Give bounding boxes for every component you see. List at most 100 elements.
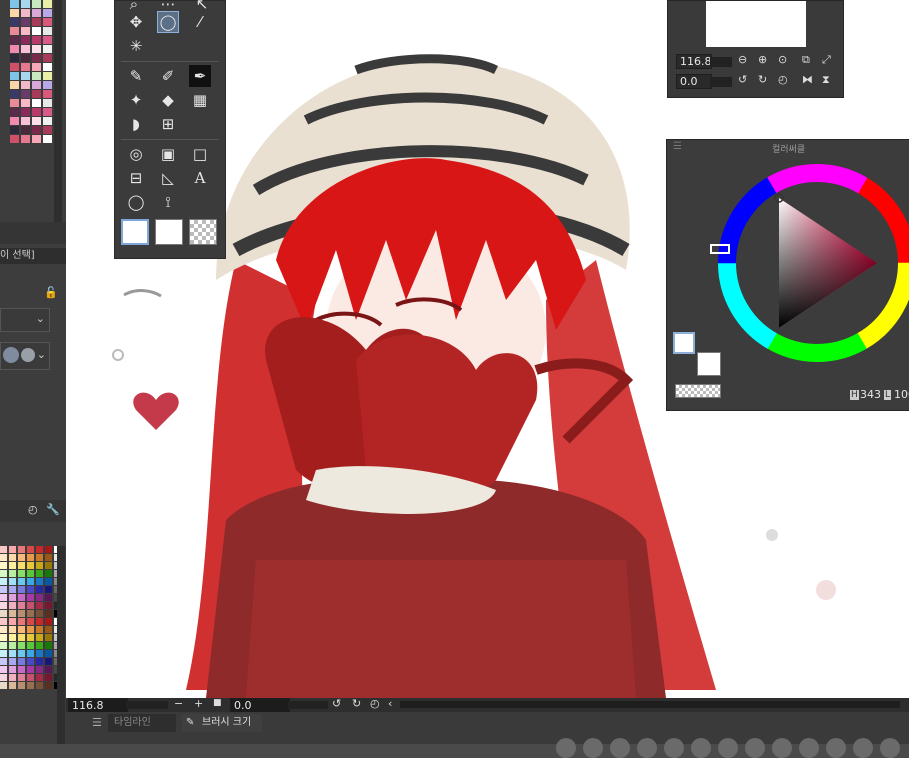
brush-size-preset[interactable] [799,738,819,758]
color-swatch[interactable] [45,658,52,665]
bottom-rotate-slider[interactable] [288,701,328,709]
color-swatch[interactable] [0,602,7,609]
color-swatch[interactable] [18,658,25,665]
zoom-out-icon[interactable]: ⊖ [738,53,747,66]
color-swatch[interactable] [9,682,16,689]
color-swatch[interactable] [9,546,16,553]
brush-size-preset[interactable] [664,738,684,758]
color-swatch[interactable] [36,634,43,641]
actual-size-icon[interactable]: ⊙ [778,53,787,66]
color-swatch[interactable] [32,90,41,98]
color-swatch[interactable] [9,602,16,609]
color-swatch[interactable] [27,666,34,673]
color-swatch[interactable] [10,54,19,62]
ruler-icon[interactable]: ◺ [157,167,179,189]
color-swatch[interactable] [32,135,41,143]
color-swatch[interactable] [27,594,34,601]
pen-icon[interactable]: ✎ [125,65,147,87]
brush-size-preset[interactable] [583,738,603,758]
color-swatch[interactable] [9,618,16,625]
color-swatch[interactable] [36,562,43,569]
color-swatch[interactable] [32,9,41,17]
rotate-slider[interactable] [710,77,732,87]
gradient-icon[interactable]: ▣ [157,143,179,165]
color-swatch[interactable] [10,0,19,8]
spray-icon[interactable]: ▦ [189,89,211,111]
color-swatch[interactable] [0,562,7,569]
color-swatch[interactable] [0,666,7,673]
color-swatch[interactable] [21,45,30,53]
color-swatch[interactable] [10,18,19,26]
color-swatch[interactable] [36,602,43,609]
color-swatch[interactable] [21,18,30,26]
color-swatch[interactable] [45,546,52,553]
color-swatch[interactable] [0,642,7,649]
pencil-icon[interactable]: ✐ [157,65,179,87]
color-swatch[interactable] [43,36,52,44]
main-color-swatch[interactable] [121,219,149,245]
navigator-preview[interactable] [706,1,806,47]
color-swatch[interactable] [27,546,34,553]
color-swatch[interactable] [10,108,19,116]
color-swatch[interactable] [18,562,25,569]
color-swatch[interactable] [32,18,41,26]
color-swatch[interactable] [9,674,16,681]
color-swatch[interactable] [9,650,16,657]
color-swatch[interactable] [10,90,19,98]
hue-ring[interactable] [707,158,909,368]
color-swatch[interactable] [45,626,52,633]
color-swatch[interactable] [18,610,25,617]
shape-icon[interactable]: ◎ [125,143,147,165]
color-swatch[interactable] [32,54,41,62]
main-color-swatch[interactable] [673,332,695,354]
color-swatch[interactable] [32,126,41,134]
color-swatch[interactable] [45,666,52,673]
brush-size-preset[interactable] [718,738,738,758]
color-swatch[interactable] [9,610,16,617]
eyedropper-icon[interactable]: ⁄ [189,11,211,33]
move-icon[interactable]: ✥ [125,11,147,33]
color-swatch[interactable] [0,634,7,641]
color-swatch[interactable] [27,610,34,617]
eraser-icon[interactable]: ◆ [157,89,179,111]
color-swatch[interactable] [18,650,25,657]
color-swatch[interactable] [18,586,25,593]
color-swatch[interactable] [27,562,34,569]
sub-color-swatch[interactable] [155,219,183,245]
bottom-zoom-slider[interactable] [126,701,168,709]
color-swatch[interactable] [0,682,7,689]
color-swatch[interactable] [18,618,25,625]
color-swatch[interactable] [18,570,25,577]
color-swatch[interactable] [18,634,25,641]
color-swatch[interactable] [10,9,19,17]
color-swatch[interactable] [18,578,25,585]
color-swatch[interactable] [10,45,19,53]
color-swatch[interactable] [45,570,52,577]
brush-size-preset[interactable] [826,738,846,758]
flip-horizontal-icon[interactable]: ⧓ [802,73,813,86]
color-swatch[interactable] [27,658,34,665]
color-swatch[interactable] [32,27,41,35]
color-swatch[interactable] [45,682,52,689]
brush-size-preset[interactable] [637,738,657,758]
color-swatch[interactable] [27,554,34,561]
color-swatch[interactable] [21,135,30,143]
color-swatch[interactable] [45,674,52,681]
color-swatch[interactable] [0,658,7,665]
color-swatch[interactable] [9,594,16,601]
color-swatch[interactable] [43,126,52,134]
sparkle-icon[interactable]: ✦ [125,89,147,111]
color-swatch[interactable] [27,602,34,609]
zoom-value[interactable]: 116.8 [676,54,712,69]
colorset-scrollbar[interactable] [57,546,65,744]
color-swatch[interactable] [21,54,30,62]
color-swatch[interactable] [18,594,25,601]
color-swatch[interactable] [21,126,30,134]
color-swatch[interactable] [36,642,43,649]
brush-size-preset[interactable] [556,738,576,758]
color-swatch[interactable] [0,554,7,561]
brush-size-preset[interactable] [772,738,792,758]
color-swatch[interactable] [32,45,41,53]
color-swatch[interactable] [9,642,16,649]
zoom-in-icon[interactable]: ⊕ [758,53,767,66]
